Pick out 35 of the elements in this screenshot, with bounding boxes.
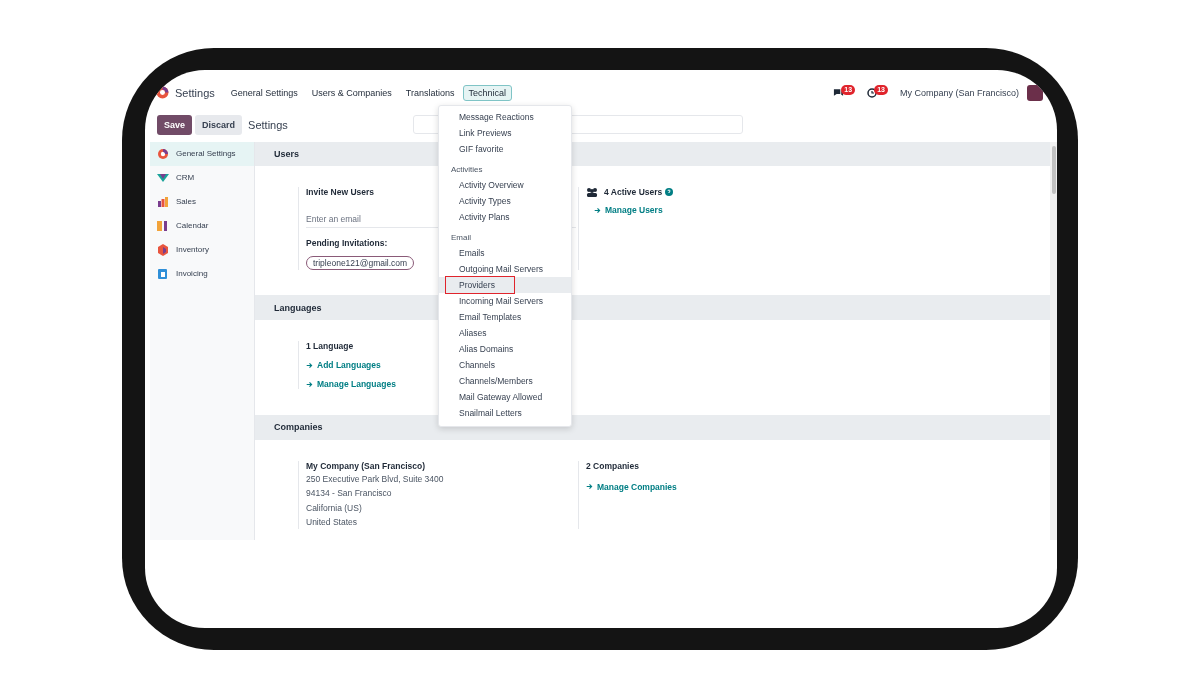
menu-item-label: GIF favorite: [458, 142, 505, 156]
address-line: 250 Executive Park Blvd, Suite 3400: [306, 472, 444, 486]
sidebar-item-label: Inventory: [176, 245, 209, 254]
menu-item-label: Aliases: [458, 326, 488, 340]
breadcrumb: Settings: [248, 118, 288, 131]
address-line: California (US): [306, 501, 362, 515]
companies-count: 2 Companies: [586, 460, 639, 471]
sidebar-item-label: Invoicing: [176, 269, 208, 278]
company-name: My Company (San Francisco): [306, 460, 426, 471]
menu-item-label: Mail Gateway Allowed: [458, 390, 544, 404]
language-count: 1 Language: [306, 341, 354, 351]
menu-item-label: Message Reactions: [458, 110, 535, 124]
menu-item-label: Providers: [445, 275, 515, 294]
menu-section-header: Activities: [450, 164, 484, 176]
sidebar-item-label: CRM: [176, 173, 195, 182]
menu-item-label: Link Previews: [458, 126, 513, 140]
menu-item-label: Incoming Mail Servers: [458, 294, 545, 308]
app-title: Settings: [175, 86, 215, 99]
sidebar-item-label: General Settings: [176, 149, 236, 158]
sidebar-item-label: Calendar: [176, 221, 209, 230]
menu-item-label: Activity Types: [458, 194, 512, 208]
setting-title: Invite New Users: [306, 187, 375, 198]
sidebar-item-label: Sales: [176, 197, 196, 206]
menu-item-label: Alias Domains: [458, 342, 515, 356]
menu-item-label: Outgoing Mail Servers: [458, 262, 545, 276]
menu-item-label: Channels/Members: [458, 374, 534, 388]
menu-item-label: Channels: [458, 358, 496, 372]
active-users-count: 4 Active Users: [604, 187, 663, 198]
menu-section-header: Email: [450, 232, 472, 244]
setting-label: Pending Invitations:: [306, 238, 388, 249]
menu-item-label: Activity Overview: [458, 178, 525, 192]
address-line: United States: [306, 516, 358, 529]
menu-item-label: Emails: [458, 246, 486, 260]
menu-item-label: Activity Plans: [458, 210, 511, 224]
address-line: 94134 - San Francisco: [306, 487, 392, 500]
